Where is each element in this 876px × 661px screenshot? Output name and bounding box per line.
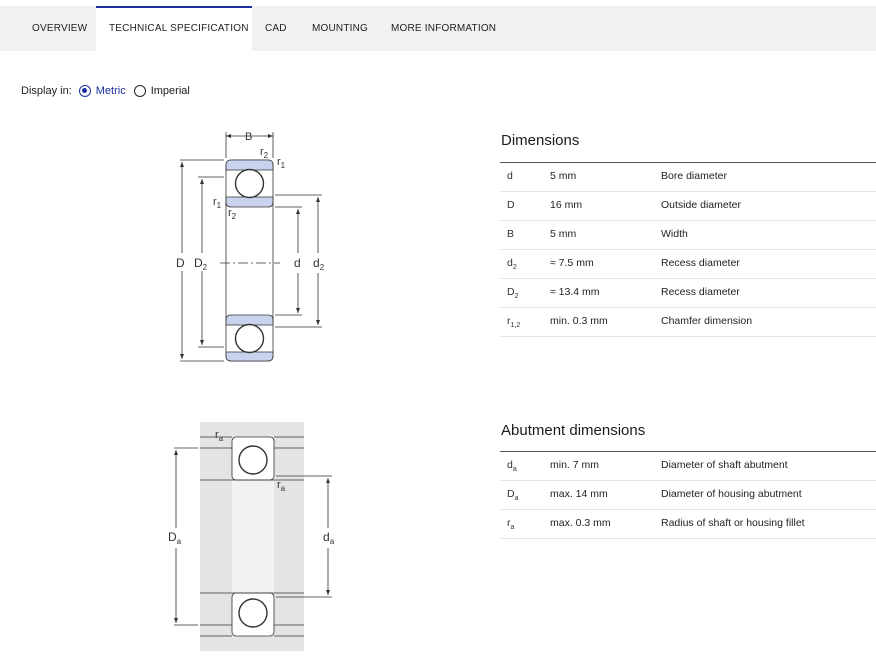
dimensions-title: Dimensions: [501, 132, 580, 149]
row-value: max. 14 mm: [550, 488, 608, 500]
label-r1-side: r1: [213, 196, 222, 210]
row-description: Radius of shaft or housing fillet: [661, 517, 805, 529]
radio-selected-icon: [78, 85, 91, 97]
tab-mounting[interactable]: MOUNTING: [312, 6, 368, 51]
label-r2-top: r2: [260, 146, 269, 160]
label-d: d: [294, 256, 301, 270]
label-Da: Da: [168, 530, 182, 546]
unit-selector: Display in: Metric Imperial: [21, 82, 198, 100]
imperial-radio[interactable]: Imperial: [133, 85, 190, 97]
table-row: da min. 7 mm Diameter of shaft abutment: [500, 452, 876, 481]
table-row: ra max. 0.3 mm Radius of shaft or housin…: [500, 510, 876, 539]
row-symbol: d2: [507, 257, 517, 272]
table-row: B 5 mm Width: [500, 221, 876, 250]
row-description: Width: [661, 228, 688, 240]
imperial-radio-label: Imperial: [150, 85, 190, 97]
row-value: min. 7 mm: [550, 459, 600, 471]
tab-cad[interactable]: CAD: [265, 6, 287, 51]
row-description: Diameter of housing abutment: [661, 488, 802, 500]
row-description: Diameter of shaft abutment: [661, 459, 788, 471]
label-d2: d2: [313, 256, 325, 272]
row-symbol: da: [507, 459, 517, 474]
row-description: Chamfer dimension: [661, 315, 753, 327]
bearing-dimensions-drawing: B r2 r1 r1 r2 D D2 d d2: [176, 131, 325, 362]
row-symbol: d: [507, 170, 513, 182]
abutment-dimensions-drawing: ra ra Da da: [168, 422, 335, 651]
row-description: Recess diameter: [661, 286, 740, 298]
display-in-label: Display in:: [21, 85, 72, 97]
tab-more-information[interactable]: MORE INFORMATION: [391, 6, 496, 51]
label-B: B: [245, 131, 252, 143]
row-description: Bore diameter: [661, 170, 727, 182]
row-symbol: D2: [507, 286, 519, 301]
row-value: ≈ 7.5 mm: [550, 257, 594, 269]
row-value: 16 mm: [550, 199, 583, 211]
label-r1-top: r1: [277, 156, 286, 170]
table-row: d 5 mm Bore diameter: [500, 163, 876, 192]
tab-technical-specification[interactable]: TECHNICAL SPECIFICATION: [96, 6, 252, 51]
table-row: d2 ≈ 7.5 mm Recess diameter: [500, 250, 876, 279]
row-value: max. 0.3 mm: [550, 517, 611, 529]
row-value: 5 mm: [550, 170, 577, 182]
table-row: D 16 mm Outside diameter: [500, 192, 876, 221]
row-symbol: Da: [507, 488, 519, 503]
row-symbol: B: [507, 228, 515, 240]
row-symbol: r1,2: [507, 315, 521, 330]
abutment-table: da min. 7 mm Diameter of shaft abutment …: [500, 451, 876, 539]
row-symbol: ra: [507, 517, 515, 532]
row-value: min. 0.3 mm: [550, 315, 608, 327]
tab-overview[interactable]: OVERVIEW: [32, 6, 87, 51]
row-value: ≈ 13.4 mm: [550, 286, 600, 298]
row-value: 5 mm: [550, 228, 577, 240]
abutment-dimensions-title: Abutment dimensions: [501, 422, 646, 439]
table-row: D2 ≈ 13.4 mm Recess diameter: [500, 279, 876, 308]
radio-unselected-icon: [133, 85, 146, 97]
row-description: Outside diameter: [661, 199, 741, 211]
row-symbol: D: [507, 199, 515, 211]
label-da: da: [323, 530, 335, 546]
row-description: Recess diameter: [661, 257, 740, 269]
metric-radio[interactable]: Metric: [78, 85, 126, 97]
table-row: Da max. 14 mm Diameter of housing abutme…: [500, 481, 876, 510]
metric-radio-label: Metric: [95, 85, 126, 97]
label-D2: D2: [194, 256, 208, 272]
tab-bar: OVERVIEW TECHNICAL SPECIFICATION CAD MOU…: [0, 6, 876, 51]
table-row: r1,2 min. 0.3 mm Chamfer dimension: [500, 308, 876, 337]
label-D: D: [176, 256, 185, 270]
dimensions-table: d 5 mm Bore diameter D 16 mm Outside dia…: [500, 162, 876, 337]
